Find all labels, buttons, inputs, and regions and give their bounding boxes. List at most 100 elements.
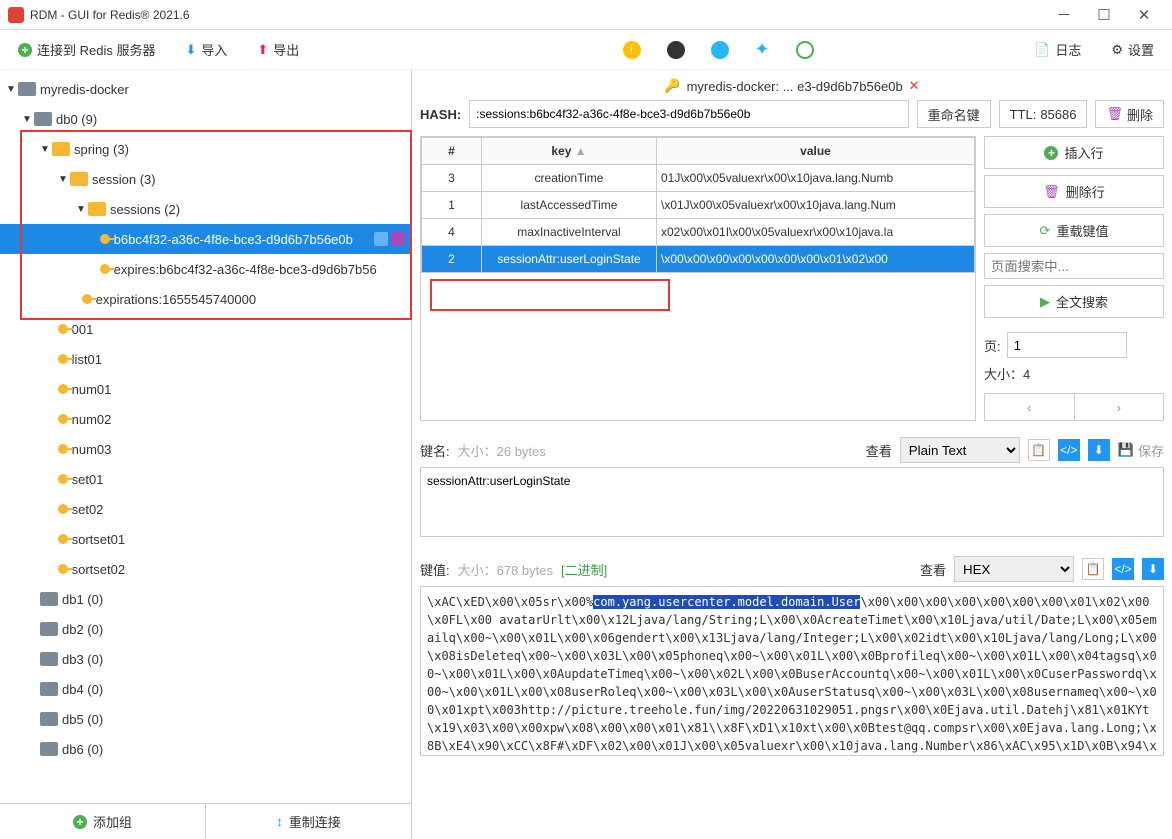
tree-connection[interactable]: ▼myredis-docker xyxy=(0,74,411,104)
export-button[interactable]: ⬇ xyxy=(1088,439,1110,461)
fulltext-search-button[interactable]: ▶全文搜索 xyxy=(984,285,1164,318)
view-label: 查看 xyxy=(866,441,892,460)
code-button[interactable]: </> xyxy=(1112,558,1134,580)
warning-icon[interactable]: ! xyxy=(623,41,641,59)
key-icon xyxy=(58,504,68,514)
tree-label: list01 xyxy=(72,352,102,367)
keyname-input[interactable] xyxy=(469,100,908,128)
twitter-icon[interactable]: ✦ xyxy=(755,39,770,60)
connect-button[interactable]: +连接到 Redis 服务器 xyxy=(10,36,163,63)
folder-icon xyxy=(52,142,70,156)
key-text[interactable]: sessionAttr:userLoginState xyxy=(420,467,1164,537)
export-button[interactable]: ⬆ 导出 xyxy=(249,36,307,63)
reconnect-button[interactable]: ↕重制连接 xyxy=(205,804,411,839)
minimize-button[interactable]: ─ xyxy=(1044,6,1084,23)
play-icon: ▶ xyxy=(1040,294,1050,310)
tree-label: db2 (0) xyxy=(62,622,103,637)
grid-row[interactable]: 4maxInactiveIntervalx02\x00\x01I\x00\x05… xyxy=(422,219,975,246)
tree-key[interactable]: set02 xyxy=(0,494,411,524)
view-label: 查看 xyxy=(920,560,946,579)
key-icon xyxy=(58,564,68,574)
tree-key-expires[interactable]: expires:b6bc4f32-a36c-4f8e-bce3-d9d6b7b5… xyxy=(0,254,411,284)
key-format-select[interactable]: Plain Text xyxy=(900,437,1020,463)
delete-icon[interactable] xyxy=(391,232,405,246)
tree-key-selected[interactable]: b6bc4f32-a36c-4f8e-bce3-d9d6b7b56e0b xyxy=(0,224,411,254)
export-icon: ⬆ xyxy=(257,42,268,58)
tab-close-button[interactable]: ✕ xyxy=(909,78,920,94)
telegram-icon[interactable] xyxy=(711,41,729,59)
copy-button[interactable]: 📋 xyxy=(1082,558,1104,580)
globe-icon[interactable] xyxy=(796,41,814,59)
tree-spring[interactable]: ▼spring (3) xyxy=(0,134,411,164)
copy-icon[interactable] xyxy=(374,232,388,246)
grid-row-selected[interactable]: 2sessionAttr:userLoginState\x00\x00\x00\… xyxy=(422,246,975,273)
key-icon xyxy=(58,384,68,394)
tree-key[interactable]: sortset02 xyxy=(0,554,411,584)
tree-key[interactable]: list01 xyxy=(0,344,411,374)
tree-key[interactable]: sortset01 xyxy=(0,524,411,554)
tree-key[interactable]: 001 xyxy=(0,314,411,344)
tree-sessions[interactable]: ▼sessions (2) xyxy=(0,194,411,224)
page-input[interactable] xyxy=(1007,332,1127,358)
tree-label: expirations:1655545740000 xyxy=(96,292,256,307)
close-button[interactable]: ✕ xyxy=(1124,6,1164,24)
tree-db1[interactable]: db1 (0) xyxy=(0,584,411,614)
tree-db5[interactable]: db5 (0) xyxy=(0,704,411,734)
code-button[interactable]: </> xyxy=(1058,439,1080,461)
tree-label: num03 xyxy=(72,442,112,457)
tree-key[interactable]: set01 xyxy=(0,464,411,494)
cell: x02\x00\x01I\x00\x05valuexr\x00\x10java.… xyxy=(657,219,975,246)
key-icon xyxy=(58,354,68,364)
reload-button[interactable]: ⟳重载键值 xyxy=(984,214,1164,247)
key-icon xyxy=(100,234,110,244)
ttl-button[interactable]: TTL:85686 xyxy=(999,100,1088,128)
import-button[interactable]: ⬇导入 xyxy=(177,36,235,63)
tree-key[interactable]: num03 xyxy=(0,434,411,464)
github-icon[interactable] xyxy=(667,41,685,59)
settings-button[interactable]: ⚙设置 xyxy=(1103,36,1162,63)
cell: maxInactiveInterval xyxy=(482,219,657,246)
tree-label: myredis-docker xyxy=(40,82,129,97)
binary-badge: [二进制] xyxy=(561,560,607,579)
prev-page-button[interactable]: ‹ xyxy=(984,393,1075,421)
export-button[interactable]: ⬇ xyxy=(1142,558,1164,580)
tree-db0[interactable]: ▼db0 (9) xyxy=(0,104,411,134)
col-num[interactable]: # xyxy=(422,138,482,165)
copy-button[interactable]: 📋 xyxy=(1028,439,1050,461)
sidebar: ▼myredis-docker ▼db0 (9) ▼spring (3) ▼se… xyxy=(0,70,412,839)
plus-icon: + xyxy=(1044,146,1058,160)
rename-button[interactable]: 重命名键 xyxy=(917,100,991,128)
insert-row-button[interactable]: +插入行 xyxy=(984,136,1164,169)
value-hex[interactable]: \xAC\xED\x00\x05sr\x00%com.yang.usercent… xyxy=(420,586,1164,756)
delete-row-button[interactable]: 🗑删除行 xyxy=(984,175,1164,208)
next-page-button[interactable]: › xyxy=(1075,393,1165,421)
tree-db2[interactable]: db2 (0) xyxy=(0,614,411,644)
delete-button[interactable]: 🗑删除 xyxy=(1095,100,1164,128)
grid-header: # key ▲ value xyxy=(422,138,975,165)
tree: ▼myredis-docker ▼db0 (9) ▼spring (3) ▼se… xyxy=(0,70,411,803)
add-group-button[interactable]: +添加组 xyxy=(0,804,205,839)
tree-db4[interactable]: db4 (0) xyxy=(0,674,411,704)
maximize-button[interactable]: ☐ xyxy=(1084,6,1124,24)
tree-key[interactable]: num02 xyxy=(0,404,411,434)
db-icon xyxy=(40,712,58,726)
grid-row[interactable]: 1lastAccessedTime\x01J\x00\x05valuexr\x0… xyxy=(422,192,975,219)
grid-row[interactable]: 3creationTime01J\x00\x05valuexr\x00\x10j… xyxy=(422,165,975,192)
tree-db6[interactable]: db6 (0) xyxy=(0,734,411,764)
tree-db3[interactable]: db3 (0) xyxy=(0,644,411,674)
tree-session[interactable]: ▼session (3) xyxy=(0,164,411,194)
col-key[interactable]: key ▲ xyxy=(482,138,657,165)
col-value[interactable]: value xyxy=(657,138,975,165)
value-format-select[interactable]: HEX xyxy=(954,556,1074,582)
tree-label: db5 (0) xyxy=(62,712,103,727)
log-button[interactable]: 📄日志 xyxy=(1026,36,1089,63)
ttl-value: 85686 xyxy=(1040,107,1076,122)
app-icon xyxy=(8,7,24,23)
key-icon xyxy=(58,474,68,484)
export-label: 导出 xyxy=(273,40,299,59)
cell: lastAccessedTime xyxy=(482,192,657,219)
page-search-input[interactable] xyxy=(984,253,1164,279)
tree-key[interactable]: num01 xyxy=(0,374,411,404)
tree-key-expirations[interactable]: expirations:1655545740000 xyxy=(0,284,411,314)
save-button[interactable]: 💾保存 xyxy=(1118,441,1164,460)
